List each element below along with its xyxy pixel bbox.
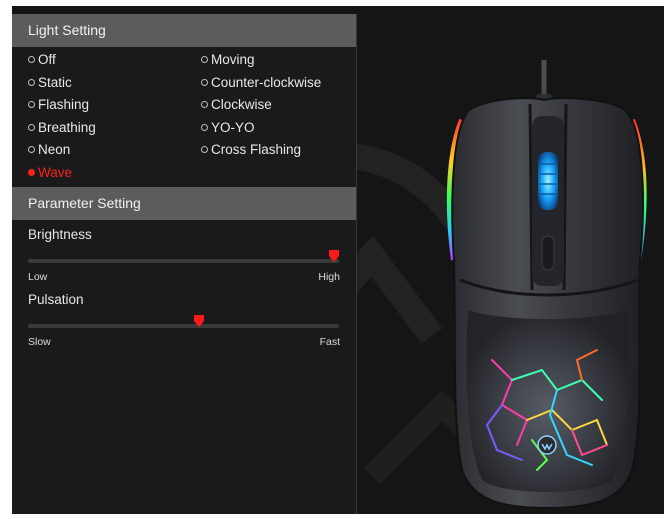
red-pointer-icon[interactable] [193, 314, 205, 328]
radio-icon [28, 101, 35, 108]
radio-icon [201, 124, 208, 131]
brightness-min-label: Low [28, 271, 48, 283]
light-setting-header: Light Setting [12, 14, 356, 47]
mode-flashing[interactable]: Flashing [28, 97, 89, 112]
mode-label: Off [38, 52, 56, 67]
mode-label: Breathing [38, 120, 96, 135]
pulsation-slider[interactable] [28, 315, 339, 328]
brightness-label: Brightness [28, 227, 92, 242]
pulsation-max-label: Fast [319, 336, 340, 348]
mode-label: Clockwise [211, 97, 272, 112]
radio-icon [28, 169, 35, 176]
pulsation-label: Pulsation [28, 292, 84, 307]
radio-icon [201, 56, 208, 63]
radio-icon [28, 79, 35, 86]
red-pointer-icon[interactable] [328, 249, 340, 263]
gaming-mouse-image [446, 60, 647, 510]
brightness-slider[interactable] [28, 250, 340, 263]
mode-label: Moving [211, 52, 255, 67]
parameter-setting-header: Parameter Setting [12, 187, 356, 220]
mode-off[interactable]: Off [28, 52, 56, 67]
mode-label: Counter-clockwise [211, 75, 322, 90]
mode-breathing[interactable]: Breathing [28, 120, 96, 135]
mode-yo-yo[interactable]: YO-YO [201, 120, 255, 135]
brightness-max-label: High [318, 271, 340, 283]
mode-clockwise[interactable]: Clockwise [201, 97, 272, 112]
radio-icon [201, 146, 208, 153]
radio-icon [28, 56, 35, 63]
radio-icon [28, 124, 35, 131]
settings-panel: Light Setting Off Static Flashing Breath… [12, 14, 357, 514]
radio-icon [201, 101, 208, 108]
brand-logo-icon [537, 435, 557, 455]
mode-moving[interactable]: Moving [201, 52, 255, 67]
mode-label: Flashing [38, 97, 90, 112]
mode-neon[interactable]: Neon [28, 142, 70, 157]
lighting-app-window: Light Setting Off Static Flashing Breath… [12, 6, 664, 514]
radio-icon [28, 146, 35, 153]
mode-static[interactable]: Static [28, 75, 72, 90]
mode-label: Static [38, 75, 72, 90]
mode-label: Neon [38, 142, 71, 157]
mode-label: YO-YO [211, 120, 255, 135]
mode-wave[interactable]: Wave [28, 165, 72, 180]
mode-counter-clockwise[interactable]: Counter-clockwise [201, 75, 321, 90]
radio-icon [201, 79, 208, 86]
mode-label: Cross Flashing [211, 142, 302, 157]
pulsation-min-label: Slow [28, 336, 51, 348]
mode-cross-flashing[interactable]: Cross Flashing [201, 142, 301, 157]
mode-label: Wave [38, 165, 73, 180]
